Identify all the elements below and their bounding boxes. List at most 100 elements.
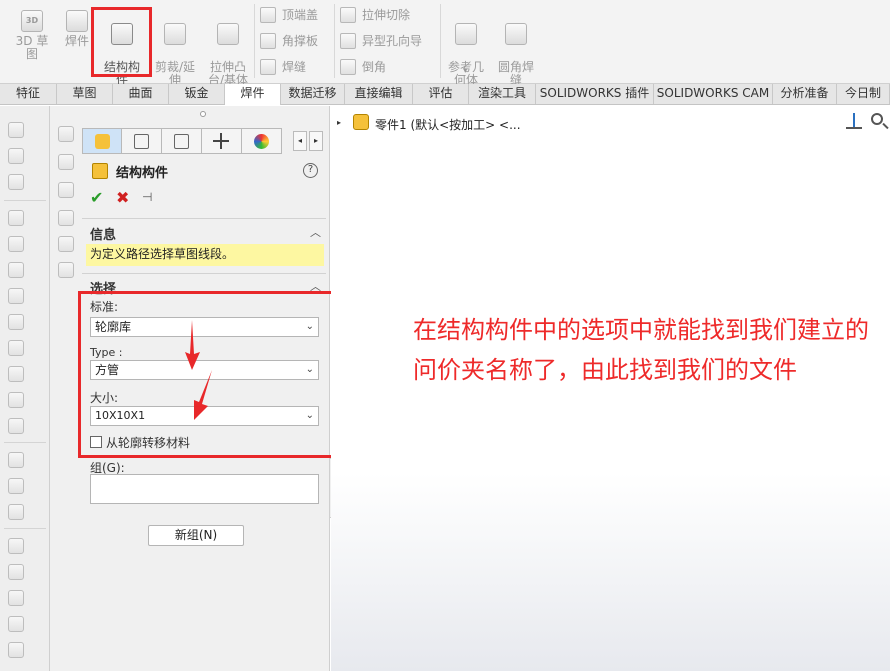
tab-features[interactable]: 特征 [0,84,57,104]
strip-tool-icon[interactable] [8,314,24,330]
command-ribbon: 3D 3D 草图 焊件 结构构 件 剪裁/延 伸 拉伸凸 台/基体 顶端盖 角撑… [0,0,890,87]
tabs-scroll-right[interactable]: ▸ [309,131,323,151]
tab-feature-manager[interactable] [82,128,122,154]
tab-sheet-metal[interactable]: 钣金 [169,84,225,104]
ok-button[interactable]: ✔ [90,188,103,207]
chamfer-label: 倒角 [362,60,387,74]
strip-tool-icon[interactable] [58,126,74,142]
strip-tool-icon[interactable] [8,262,24,278]
end-cap-label: 顶端盖 [282,8,319,22]
end-cap-button[interactable]: 顶端盖 [258,5,318,25]
tab-dimxpert-manager[interactable] [202,128,242,154]
view-orientation-icon[interactable] [846,113,862,129]
strip-tool-icon[interactable] [8,418,24,434]
trim-extend-icon [164,23,186,45]
hole-wizard-button[interactable]: 异型孔向导 [338,31,422,51]
structural-member-icon [92,163,108,179]
tab-solidworks-addins[interactable]: SOLIDWORKS 插件 [536,84,654,104]
tab-render-tools[interactable]: 渲染工具 [469,84,536,104]
arrow-down-icon [194,370,212,420]
strip-tool-icon[interactable] [58,236,74,252]
command-manager-tabs: 特征 草图 曲面 钣金 焊件 数据迁移 直接编辑 评估 渲染工具 SOLIDWO… [0,84,890,105]
gusset-icon [260,33,276,49]
tab-sketch[interactable]: 草图 [57,84,113,104]
strip-tool-icon[interactable] [58,210,74,226]
strip-tool-icon[interactable] [8,174,24,190]
cancel-button[interactable]: ✖ [116,188,129,207]
info-collapse-icon[interactable]: ︿ [310,224,321,240]
strip-tool-icon[interactable] [8,642,24,658]
strip-tool-icon[interactable] [8,122,24,138]
reference-geometry-dropdown-icon[interactable]: ▾ [463,66,468,76]
info-section-title[interactable]: 信息 [90,224,116,243]
tree-expand-icon[interactable]: ▸ [337,118,341,127]
3d-sketch-label: 3D 草图 [15,34,49,61]
tabs-scroll-left[interactable]: ◂ [293,131,307,151]
weld-bead-button[interactable]: 焊缝 [258,57,306,77]
weldment-toolbar-strip [0,106,74,671]
tab-property-manager[interactable] [122,128,162,154]
end-cap-icon [260,7,276,23]
strip-tool-icon[interactable] [8,148,24,164]
panel-drag-handle[interactable] [200,111,206,117]
pin-icon[interactable]: ⊣ [142,190,152,204]
strip-tool-icon[interactable] [8,616,24,632]
strip-tool-icon[interactable] [8,210,24,226]
group-list[interactable] [90,474,319,504]
strip-separator [4,200,46,201]
section-divider [82,273,326,274]
tab-evaluate[interactable]: 评估 [413,84,469,104]
3d-sketch-button[interactable]: 3D 3D 草图 [10,10,54,61]
feature-manager-icon [95,134,110,149]
trim-extend-button[interactable]: 剪裁/延 伸 [152,10,198,87]
tab-display-manager[interactable] [242,128,282,154]
part-icon [353,114,369,130]
tab-today[interactable]: 今日制 [837,84,890,104]
configuration-manager-icon [174,134,189,149]
strip-tool-icon[interactable] [8,538,24,554]
tab-analysis-prep[interactable]: 分析准备 [773,84,837,104]
tab-solidworks-cam[interactable]: SOLIDWORKS CAM [654,84,773,104]
extruded-cut-button[interactable]: 拉伸切除 [338,5,410,25]
gusset-label: 角撑板 [282,34,319,48]
tab-weldments[interactable]: 焊件 [225,84,281,105]
strip-tool-icon[interactable] [8,564,24,580]
weldment-icon [66,10,88,32]
zoom-icon[interactable] [871,113,883,125]
extruded-cut-icon [340,7,356,23]
strip-tool-icon[interactable] [8,590,24,606]
strip-tool-icon[interactable] [8,392,24,408]
fillet-bead-button[interactable]: 圆角焊 缝 [494,10,538,87]
strip-tool-icon[interactable] [8,236,24,252]
strip-tool-icon[interactable] [8,504,24,520]
tab-surfaces[interactable]: 曲面 [113,84,169,104]
extruded-boss-label: 拉伸凸 台/基体 [207,60,249,87]
gusset-button[interactable]: 角撑板 [258,31,318,51]
strip-tool-icon[interactable] [8,452,24,468]
strip-separator [4,442,46,443]
strip-tool-icon[interactable] [58,262,74,278]
hole-wizard-label: 异型孔向导 [362,34,423,48]
weld-bead-label: 焊缝 [282,60,307,74]
tab-data-migration[interactable]: 数据迁移 [281,84,345,104]
strip-tool-icon[interactable] [8,340,24,356]
help-icon[interactable]: ? [303,163,318,178]
feature-tree-root[interactable]: 零件1 (默认<按加工> <... [375,116,521,133]
tab-direct-editing[interactable]: 直接编辑 [345,84,413,104]
display-manager-icon [254,134,269,149]
strip-tool-icon[interactable] [8,288,24,304]
annotation-text: 在结构构件中的选项中就能找到我们建立的问价夹名称了，由此找到我们的文件 [413,316,869,384]
chamfer-button[interactable]: 倒角 [338,57,386,77]
strip-tool-icon[interactable] [8,366,24,382]
info-message: 为定义路径选择草图线段。 [86,244,324,266]
tab-configuration-manager[interactable] [162,128,202,154]
weldment-button[interactable]: 焊件 [62,10,92,48]
strip-tool-icon[interactable] [58,154,74,170]
dimxpert-crosshair-icon [213,133,229,149]
3d-sketch-icon: 3D [21,10,43,32]
extruded-boss-button[interactable]: 拉伸凸 台/基体 [204,10,252,87]
strip-tool-icon[interactable] [58,182,74,198]
reference-geometry-icon [455,23,477,45]
new-group-button[interactable]: 新组(N) [148,525,244,546]
strip-tool-icon[interactable] [8,478,24,494]
